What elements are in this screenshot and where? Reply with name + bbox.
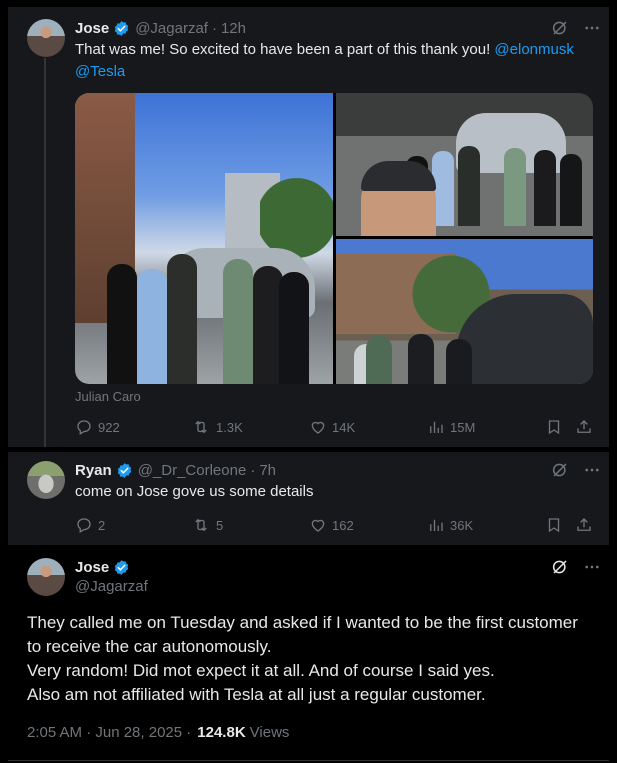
display-name[interactable]: Jose <box>75 559 109 576</box>
avatar[interactable] <box>27 461 65 499</box>
like-count: 162 <box>332 517 354 533</box>
timestamp[interactable]: 12h <box>221 20 246 37</box>
like-count: 14K <box>332 419 356 435</box>
main-tweet-line: They called me on Tuesday and asked if I… <box>27 613 578 632</box>
mention-link-tesla[interactable]: @Tesla <box>75 63 125 80</box>
media-grid[interactable] <box>75 93 593 384</box>
share-button[interactable] <box>575 515 593 535</box>
more-icon[interactable] <box>583 19 601 37</box>
divider <box>8 760 609 761</box>
reply-icon <box>75 516 93 534</box>
tweet-text-line2: @Tesla <box>75 62 125 82</box>
share-button[interactable] <box>575 417 593 437</box>
photo-person <box>167 254 197 384</box>
tweet-text: come on Jose gove us some details <box>75 483 314 500</box>
verified-badge-icon <box>113 559 130 576</box>
reply-icon <box>75 418 93 436</box>
photo-person <box>446 339 472 384</box>
bookmark-icon <box>545 516 563 534</box>
mention-link-elonmusk[interactable]: @elonmusk <box>494 41 573 58</box>
more-icon[interactable] <box>583 461 601 479</box>
photo-group-with-car[interactable] <box>75 93 333 384</box>
repost-icon <box>191 418 211 436</box>
main-tweet-line: Very random! Did mot expect it at all. A… <box>27 661 495 680</box>
photo-person <box>366 336 392 384</box>
reply-count: 922 <box>98 419 120 435</box>
reply-button[interactable]: 922 <box>75 417 120 437</box>
tweet-header: Ryan @_Dr_Corleone · 7h <box>75 460 276 480</box>
grok-icon[interactable] <box>551 19 569 37</box>
tweet-text: That was me! So excited to have been a p… <box>75 40 574 60</box>
more-icon[interactable] <box>583 558 601 576</box>
repost-icon <box>191 516 211 534</box>
photo-cap <box>361 161 436 191</box>
photo-person <box>223 259 253 384</box>
views-icon <box>427 516 445 534</box>
main-tweet-header: Jose @Jagarzaf <box>75 557 148 597</box>
views-icon <box>427 418 445 436</box>
share-icon <box>575 418 593 436</box>
grok-icon[interactable] <box>551 461 569 479</box>
separator-dot: · <box>250 461 256 479</box>
share-icon <box>575 516 593 534</box>
grok-icon[interactable] <box>551 558 569 576</box>
like-button[interactable]: 162 <box>309 515 354 535</box>
media-credit[interactable]: Julian Caro <box>75 389 141 404</box>
verified-badge-icon <box>116 462 133 479</box>
photo-car <box>456 294 593 384</box>
bookmark-button[interactable] <box>545 417 563 437</box>
photo-person <box>458 146 480 226</box>
tweet-actions: 2 5 162 36K <box>75 515 593 535</box>
photo-open-trunk[interactable] <box>336 239 593 384</box>
avatar[interactable] <box>27 19 65 57</box>
post-timestamp[interactable]: 2:05 AM · Jun 28, 2025 · <box>27 724 191 741</box>
views-label: Views <box>249 724 290 741</box>
main-tweet-meta: 2:05 AM · Jun 28, 2025 · 124.8K Views <box>27 724 289 741</box>
photo-person <box>504 148 526 226</box>
tweet-top-actions <box>551 19 601 37</box>
reply-button[interactable]: 2 <box>75 515 105 535</box>
like-icon <box>309 516 327 534</box>
photo-selfie[interactable] <box>336 93 593 236</box>
main-tweet-line: Also am not affiliated with Tesla at all… <box>27 685 486 704</box>
tweet-top-actions <box>551 558 601 576</box>
tweet-top-actions <box>551 461 601 479</box>
like-button[interactable]: 14K <box>309 417 355 437</box>
display-name[interactable]: Ryan <box>75 462 112 479</box>
main-tweet-line: to receive the car autonomously. <box>27 637 272 656</box>
repost-button[interactable]: 5 <box>191 515 223 535</box>
handle[interactable]: @Jagarzaf <box>135 20 208 37</box>
views-count: 15M <box>450 419 476 435</box>
handle[interactable]: @_Dr_Corleone <box>138 462 247 479</box>
photo-person <box>137 269 167 384</box>
tweet-actions: 922 1.3K 14K 15M <box>75 417 593 437</box>
verified-badge-icon <box>113 20 130 37</box>
thread-connector-line <box>44 58 46 447</box>
reply-count: 2 <box>98 517 106 533</box>
handle[interactable]: @Jagarzaf <box>75 577 148 597</box>
repost-count: 5 <box>216 517 224 533</box>
page: Jose @Jagarzaf · 12h That was me! So exc… <box>0 0 617 763</box>
avatar[interactable] <box>27 558 65 596</box>
views-button[interactable]: 15M <box>427 417 475 437</box>
repost-count: 1.3K <box>216 419 243 435</box>
photo-person <box>107 264 137 384</box>
tweet-header: Jose @Jagarzaf · 12h <box>75 18 246 38</box>
view-count: 124.8K <box>197 724 246 741</box>
repost-button[interactable]: 1.3K <box>191 417 243 437</box>
like-icon <box>309 418 327 436</box>
bookmark-icon <box>545 418 563 436</box>
photo-person <box>560 154 582 226</box>
photo-person <box>279 272 309 384</box>
display-name[interactable]: Jose <box>75 20 109 37</box>
separator-dot: · <box>211 19 217 37</box>
views-count: 36K <box>450 517 474 533</box>
tweet-body: That was me! So excited to have been a p… <box>75 41 491 58</box>
photo-person <box>408 334 434 384</box>
photo-person <box>534 150 556 226</box>
views-button[interactable]: 36K <box>427 515 473 535</box>
bookmark-button[interactable] <box>545 515 563 535</box>
main-tweet-text: They called me on Tuesday and asked if I… <box>27 611 578 707</box>
timestamp[interactable]: 7h <box>259 462 276 479</box>
